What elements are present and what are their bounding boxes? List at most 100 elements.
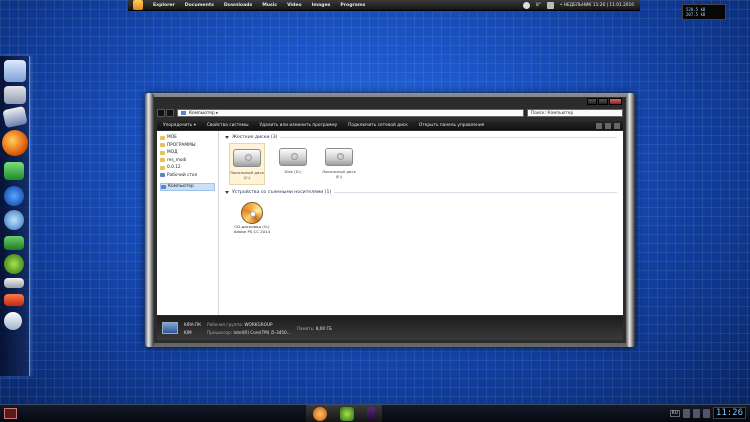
removable-group-header[interactable]: Устройства со съемными носителями (1) [225,189,617,196]
hdd-group-header[interactable]: Жесткие диски (3) [225,134,617,141]
nav-item-res-modi[interactable]: res_modi [160,157,215,165]
drive-item-e[interactable]: Локальный диск (E:) [321,143,357,185]
search-input[interactable]: Поиск: Компьютер [527,109,623,117]
computer-icon [181,111,186,115]
divider [334,192,617,193]
nav-buttons [157,109,174,117]
menu-images[interactable]: Images [312,3,331,8]
nav-label: МОЕ [167,135,177,141]
cpu-value: Intel(R) Core(TM) i5-3450... [233,329,291,335]
network-icon[interactable] [702,408,710,418]
view-icon[interactable] [596,122,602,129]
address-text: Компьютер ▸ [189,110,219,116]
computer-sub: KIM [184,329,192,335]
notes-icon[interactable] [4,86,26,104]
camera-icon[interactable] [4,162,24,180]
content-pane: Жесткие диски (3) Локальный диск (C:) Di… [219,131,623,315]
nav-label: 0.0.12 [167,165,181,171]
details-memory-col: Память: 8,00 ГБ [297,326,332,331]
cpu-label: Процессор: [207,329,233,335]
nav-item-programs[interactable]: ПРОГРАММЫ [160,142,215,150]
firefox-icon[interactable] [2,130,28,156]
datetime: • НЕДЕЛЬНИК 11:26 | 11.01.2016 [559,2,634,8]
globe-icon[interactable] [4,210,24,230]
recycle-bin-icon[interactable] [4,312,22,330]
explorer-window: Компьютер ▸ Поиск: Компьютер Упорядочить… [154,97,626,343]
menu-documents[interactable]: Documents [185,3,214,8]
game-icon[interactable] [339,407,354,421]
minimize-button[interactable] [587,98,597,105]
maximize-button[interactable] [598,98,608,105]
workgroup-label: Рабочая группа: [207,321,244,327]
preview-pane-icon[interactable] [605,122,611,129]
help-icon[interactable] [614,122,620,129]
folder-icon [160,143,165,148]
nav-label: ПРОГРАММЫ [167,142,196,148]
meter-line-2: 207.5 kB [686,12,706,17]
view-options [596,122,620,129]
organize-button[interactable]: Упорядочить ▾ [163,123,196,128]
nav-item-mod[interactable]: МОД [160,149,215,157]
flag-icon[interactable] [682,408,690,418]
firefox-icon[interactable] [312,407,327,421]
weather-icon[interactable] [522,1,530,9]
taskbar-apps [306,405,382,422]
desktop-icon [160,173,165,178]
map-network-drive-button[interactable]: Подключить сетевой диск [348,123,408,128]
drive-label: Локальный диск (E:) [322,169,356,179]
start-button[interactable] [4,408,17,419]
open-control-panel-button[interactable]: Открыть панель управления [419,123,484,128]
forward-button[interactable] [166,109,174,117]
close-button[interactable] [609,98,622,105]
drive-item-d[interactable]: Disk (D:) [275,143,311,185]
network-map-icon[interactable] [4,236,24,250]
removable-list: CD-дисковод (G:) Adobe PS CC 2014 [229,199,617,234]
folder-icon [160,135,165,140]
cd-drive-item[interactable]: CD-дисковод (G:) Adobe PS CC 2014 [229,199,275,234]
drive-list: Локальный диск (C:) Disk (D:) Локальный … [229,143,617,185]
menu-video[interactable]: Video [287,3,302,8]
drive-icon[interactable] [4,278,24,288]
uninstall-program-button[interactable]: Удалить или изменить программу [260,123,338,128]
launcher-icon[interactable] [133,0,143,10]
hdd-group-title: Жесткие диски (3) [232,135,278,140]
drive-item-c[interactable]: Локальный диск (C:) [229,143,265,185]
menu-explorer[interactable]: Explorer [153,3,175,8]
bricks-icon[interactable] [4,294,24,306]
nav-item-moe[interactable]: МОЕ [160,134,215,142]
system-properties-button[interactable]: Свойства системы [207,123,249,128]
search-placeholder: Поиск: Компьютер [531,110,574,116]
monitor-icon[interactable] [4,60,26,82]
folder-icon [160,165,165,170]
memory-label: Память: [296,325,315,331]
volume-icon[interactable] [692,408,700,418]
nav-label: res_modi [167,157,187,163]
folder-icon [160,150,165,155]
app-icon[interactable] [367,407,376,421]
top-menubar: Explorer Documents Downloads Music Video… [128,0,640,11]
memory-value: 8,00 ГБ [315,325,332,331]
taskbar: RU 11:26 [0,404,750,422]
address-bar[interactable]: Компьютер ▸ [177,109,524,117]
nav-item-version[interactable]: 0.0.12 [160,164,215,172]
menu-downloads[interactable]: Downloads [224,3,252,8]
game-icon[interactable] [4,254,24,274]
network-icon[interactable] [546,1,554,9]
command-bar: Упорядочить ▾ Свойства системы Удалить и… [157,121,623,130]
drive-label: Disk (D:) [284,169,302,174]
language-indicator[interactable]: RU [669,409,680,417]
nav-item-desktop[interactable]: Рабочий стол [160,172,215,180]
menu-programs[interactable]: Programs [340,3,365,8]
skype-icon[interactable] [4,186,24,206]
pencil-icon[interactable] [2,105,28,129]
menubar-items: Explorer Documents Downloads Music Video… [153,3,375,8]
collapse-arrow-icon [225,191,229,194]
frame-pillar-right [626,93,635,347]
back-button[interactable] [157,109,165,117]
nav-label: МОД [167,150,178,156]
frame-pillar-left [145,93,154,347]
menu-music[interactable]: Music [262,3,277,8]
hard-drive-icon [233,149,261,167]
taskbar-clock[interactable]: 11:26 [712,407,746,419]
nav-item-computer[interactable]: Компьютер [160,183,215,191]
